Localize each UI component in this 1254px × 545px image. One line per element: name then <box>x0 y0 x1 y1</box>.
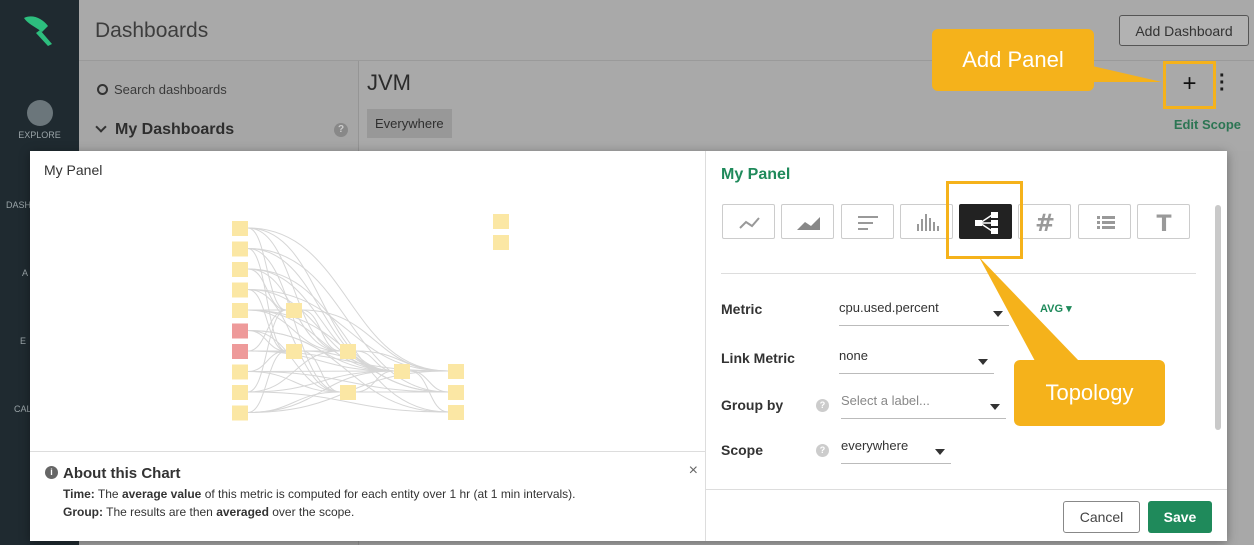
divider <box>721 273 1196 274</box>
topology-node[interactable] <box>448 385 464 400</box>
group-by-select[interactable]: Select a label... <box>841 393 1006 419</box>
logo-icon[interactable] <box>18 10 58 50</box>
line-chart-icon <box>739 217 760 229</box>
topology-node[interactable] <box>493 214 509 229</box>
info-icon: i <box>45 466 58 479</box>
search-icon <box>97 84 108 95</box>
group-by-label: Group by <box>721 397 784 413</box>
modal-footer: Cancel Save <box>706 489 1227 541</box>
topology-callout: Topology <box>1014 360 1165 426</box>
svg-text:#: # <box>1035 209 1055 237</box>
save-button[interactable]: Save <box>1148 501 1212 533</box>
text-icon: T <box>1156 212 1171 237</box>
topology-chart <box>232 214 509 421</box>
my-dashboards-section[interactable]: My Dashboards ? <box>93 121 348 139</box>
chevron-down-icon <box>990 404 1000 410</box>
scrollbar[interactable] <box>1215 205 1221 430</box>
topology-node[interactable] <box>232 344 248 359</box>
topology-node[interactable] <box>232 405 248 421</box>
topology-link <box>247 350 287 372</box>
topology-highlight <box>946 181 1023 259</box>
topology-node[interactable] <box>232 221 248 236</box>
panel-config: My Panel # T Metric cpu.used.percent AVG… <box>706 151 1227 541</box>
nav-explore[interactable]: EXPLORE <box>0 100 79 140</box>
more-options-icon[interactable]: · · · <box>1219 66 1226 100</box>
topology-callout-pointer <box>979 257 1079 361</box>
add-dashboard-button[interactable]: Add Dashboard <box>1119 15 1249 46</box>
scope-label: Scope <box>721 442 764 458</box>
topology-link <box>247 248 287 352</box>
add-panel-button[interactable]: + <box>1163 61 1216 109</box>
topology-node[interactable] <box>232 241 248 257</box>
about-chart-panel: i About this Chart × Time: The average v… <box>30 451 706 541</box>
topology-node[interactable] <box>493 235 509 250</box>
topology-node[interactable] <box>232 262 248 277</box>
topology-node[interactable] <box>232 282 248 298</box>
scope-select[interactable]: everywhere <box>841 438 951 464</box>
link-metric-select[interactable]: none <box>839 348 994 374</box>
add-panel-callout-pointer <box>1088 65 1162 82</box>
topology-node[interactable] <box>286 303 302 318</box>
table-button[interactable] <box>1078 204 1131 239</box>
link-metric-label: Link Metric <box>721 350 795 366</box>
edit-scope-link[interactable]: Edit Scope <box>1174 117 1241 132</box>
toplist-icon <box>858 216 878 230</box>
search-dashboards[interactable]: Search dashboards <box>97 82 227 97</box>
scope-chip[interactable]: Everywhere <box>367 109 452 138</box>
topology-node[interactable] <box>448 364 464 379</box>
number-button[interactable]: # <box>1018 204 1071 239</box>
compass-icon <box>26 100 53 126</box>
topology-node[interactable] <box>448 405 464 420</box>
topology-node[interactable] <box>232 385 248 400</box>
chevron-down-icon <box>935 449 945 455</box>
panel-name[interactable]: My Panel <box>721 166 790 184</box>
about-group-line: Group: The results are then averaged ove… <box>63 505 355 519</box>
close-icon[interactable]: × <box>689 462 698 480</box>
topology-node[interactable] <box>340 344 356 359</box>
toplist-button[interactable] <box>841 204 894 239</box>
panel-preview: My Panel i About this Chart × Time: The … <box>30 151 706 541</box>
number-icon: # <box>1035 209 1055 237</box>
topology-link <box>247 350 287 413</box>
help-icon[interactable]: ? <box>334 123 348 137</box>
topology-node[interactable] <box>232 303 248 318</box>
metric-label: Metric <box>721 301 763 317</box>
topology-node[interactable] <box>232 364 248 380</box>
svg-text:T: T <box>1156 212 1171 237</box>
area-chart-icon <box>797 217 820 230</box>
dashboard-title: JVM <box>367 70 411 95</box>
topology-node[interactable] <box>394 364 410 379</box>
cancel-button[interactable]: Cancel <box>1063 501 1140 533</box>
about-title: About this Chart <box>63 465 181 482</box>
topology-links <box>247 227 449 413</box>
topology-node[interactable] <box>340 385 356 400</box>
topology-node[interactable] <box>232 323 248 339</box>
page-title: Dashboards <box>95 19 209 42</box>
topology-link <box>247 391 341 413</box>
area-chart-button[interactable] <box>781 204 834 239</box>
chevron-down-icon <box>95 121 107 133</box>
line-chart-button[interactable] <box>722 204 775 239</box>
text-button[interactable]: T <box>1137 204 1190 239</box>
help-icon[interactable]: ? <box>816 444 829 457</box>
help-icon[interactable]: ? <box>816 399 829 412</box>
about-time-line: Time: The average value of this metric i… <box>63 487 576 501</box>
topology-node[interactable] <box>286 344 302 359</box>
table-icon <box>1097 216 1115 229</box>
add-panel-callout: Add Panel <box>932 29 1094 91</box>
